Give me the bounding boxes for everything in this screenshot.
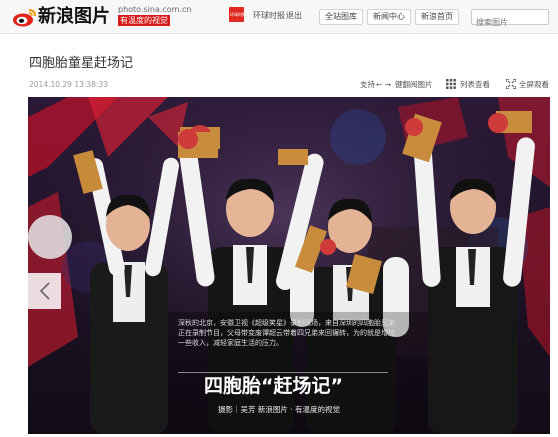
grid-view-icon[interactable]: [446, 79, 456, 89]
publish-date: 2014.10.29 13:38:33: [29, 80, 109, 89]
avatar-label: 环球时报: [230, 12, 246, 17]
fullscreen-button[interactable]: 全屏观看: [519, 80, 549, 89]
search-input[interactable]: [472, 15, 548, 30]
previous-photo-button[interactable]: [28, 273, 61, 309]
arrow-keys-hint: ← →: [376, 80, 391, 89]
support-label: 支持: [360, 80, 375, 89]
top-header: 新浪图片 photo.sina.com.cn 有温度的视觉 环球时报 环球时报 …: [0, 0, 558, 34]
nav-all-gallery[interactable]: 全站图库: [319, 9, 363, 25]
search-box[interactable]: [471, 9, 549, 30]
site-domain: photo.sina.com.cn: [118, 5, 192, 14]
sina-logo[interactable]: 新浪图片: [12, 4, 112, 30]
photo-credit: 摄影｜吴芳 新浪图片 · 有温度的视觉: [218, 405, 341, 414]
user-avatar[interactable]: 环球时报: [229, 7, 246, 22]
caption-divider: [178, 372, 388, 373]
user-name-link[interactable]: 环球时报: [253, 11, 285, 21]
photo-caption: 深秋的北京，安徽卫视《超级笑星》录制现场，来自深圳的四胞胎兄弟正在录制节目，父母…: [178, 319, 395, 347]
sina-eye-logo-icon: [13, 9, 36, 27]
photo-headline: 四胞胎“赶场记”: [204, 375, 343, 397]
main-photo[interactable]: 深秋的北京，安徽卫视《超级笑星》录制现场，来自深圳的四胞胎兄弟正在录制节目，父母…: [28, 97, 550, 434]
chevron-left-icon: [39, 282, 50, 300]
fullscreen-icon[interactable]: [506, 79, 516, 89]
page-title: 四胞胎童星赶场记: [29, 56, 134, 71]
logo-text: 新浪图片: [38, 6, 110, 27]
flip-hint: 键翻阅图片: [395, 80, 433, 89]
logout-link[interactable]: 退出: [286, 11, 302, 21]
nav-news-center[interactable]: 新闻中心: [367, 9, 411, 25]
site-slogan: 有温度的视觉: [118, 15, 170, 26]
nav-sina-home[interactable]: 新浪首页: [415, 9, 459, 25]
list-view-button[interactable]: 列表查看: [460, 80, 490, 89]
